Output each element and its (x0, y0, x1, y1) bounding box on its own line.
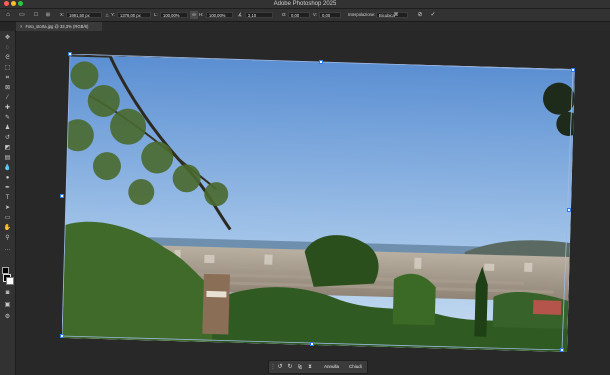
crop-tool-icon[interactable]: ⌗ (3, 74, 12, 82)
pen-tool-icon[interactable]: ✒ (3, 184, 12, 192)
delta-icon[interactable]: △ (103, 11, 111, 19)
angle-field[interactable]: 2,10 (245, 12, 273, 18)
blur-tool-icon[interactable]: 💧 (3, 164, 12, 172)
lasso-tool-icon[interactable]: ᘓ (3, 54, 12, 62)
vskew-field[interactable]: 0,00 (319, 12, 341, 18)
marquee-tool-icon[interactable]: ◌ (3, 44, 12, 52)
close-button[interactable]: Chiudi (347, 363, 364, 371)
flip-vertical-icon[interactable]: ⧗ (306, 363, 314, 371)
rectangle-tool-icon[interactable]: ▭ (3, 214, 12, 222)
width-field[interactable]: 100,00% (160, 12, 188, 18)
tab-close-icon[interactable]: × (20, 24, 22, 29)
dodge-tool-icon[interactable]: ● (3, 174, 12, 182)
clone-stamp-tool-icon[interactable]: ♟ (3, 124, 12, 132)
photo-image (62, 55, 575, 352)
contextual-task-bar: ⋮ ↺ ↻ ⧎ ⧗ Annulla Chiudi (268, 360, 368, 374)
more-tools-icon[interactable]: ··· (3, 246, 12, 254)
interpolation-label: Interpolazione: (348, 12, 376, 17)
x-label: X: (60, 12, 64, 17)
rotate-right-icon[interactable]: ↻ (286, 363, 294, 371)
move-tool-icon[interactable]: ✥ (3, 34, 12, 42)
healing-brush-tool-icon[interactable]: ✚ (3, 104, 12, 112)
home-icon[interactable]: ⌂ (4, 11, 12, 19)
object-selection-tool-icon[interactable]: ⬚ (3, 64, 12, 72)
hand-tool-icon[interactable]: ✋ (3, 224, 12, 232)
zoom-tool-icon[interactable]: ⚲ (3, 234, 12, 242)
y-field[interactable]: 1378,00 px (117, 12, 151, 18)
history-brush-tool-icon[interactable]: ↺ (3, 134, 12, 142)
x-field[interactable]: 1991,50 px (66, 12, 102, 18)
commit-transform-icon[interactable]: ✓ (429, 11, 437, 19)
rotate-angle-icon: ∡ (237, 12, 243, 18)
rotate-left-icon[interactable]: ↺ (276, 363, 284, 371)
background-color-swatch[interactable] (6, 277, 14, 285)
cancel-button[interactable]: Annulla (322, 363, 341, 371)
warp-icon[interactable]: ⌘ (392, 11, 400, 19)
brush-tool-icon[interactable]: ✎ (3, 114, 12, 122)
document-tab-bar: × Foto_storta.jpg @ 33,3% (RGB/8) (16, 22, 610, 31)
app-title: Adobe Photoshop 2025 (273, 1, 337, 7)
frame-tool-icon[interactable]: ⊠ (3, 84, 12, 92)
h-label: H: (199, 12, 204, 17)
path-selection-tool-icon[interactable]: ➤ (3, 204, 12, 212)
cancel-transform-icon[interactable]: ⊘ (416, 11, 424, 19)
height-field[interactable]: 100,00% (206, 12, 233, 18)
tools-panel: ✥ ◌ ᘓ ⬚ ⌗ ⊠ ⁄ ✚ ✎ ♟ ↺ ◩ ▤ 💧 ● ✒ T ➤ ▭ ✋ … (0, 31, 16, 375)
y-label: Y: (111, 12, 115, 17)
eyedropper-tool-icon[interactable]: ⁄ (3, 94, 12, 102)
reference-point-icon[interactable]: ⊞ (44, 11, 52, 19)
vskew-label: V: (313, 12, 317, 17)
link-icon[interactable]: ∞ (190, 11, 198, 19)
type-tool-icon[interactable]: T (3, 194, 12, 202)
edit-toolbar-icon[interactable]: ⚙ (3, 313, 12, 321)
quick-mask-icon[interactable]: ◙ (3, 289, 12, 297)
tool-preset-icon[interactable]: ▭ (18, 11, 26, 19)
w-label: L: (154, 12, 158, 17)
options-bar: ⌂ ▭ ☐ ⊞ X: 1991,50 px △ Y: 1378,00 px L:… (0, 9, 610, 22)
title-bar: Adobe Photoshop 2025 (0, 0, 610, 9)
reference-point-toggle[interactable]: ☐ (32, 11, 40, 19)
flip-horizontal-icon[interactable]: ⧎ (296, 363, 304, 371)
photo-document[interactable] (62, 55, 575, 352)
tab-document[interactable]: × Foto_storta.jpg @ 33,3% (RGB/8) (16, 22, 102, 31)
hskew-field[interactable]: 0,00 (288, 12, 310, 18)
tab-label: Foto_storta.jpg @ 33,3% (RGB/8) (25, 24, 89, 29)
eraser-tool-icon[interactable]: ◩ (3, 144, 12, 152)
default-colors-icon[interactable] (2, 267, 9, 274)
hskew-label: O: (282, 12, 287, 17)
screen-mode-icon[interactable]: ▣ (3, 301, 12, 309)
gradient-tool-icon[interactable]: ▤ (3, 154, 12, 162)
